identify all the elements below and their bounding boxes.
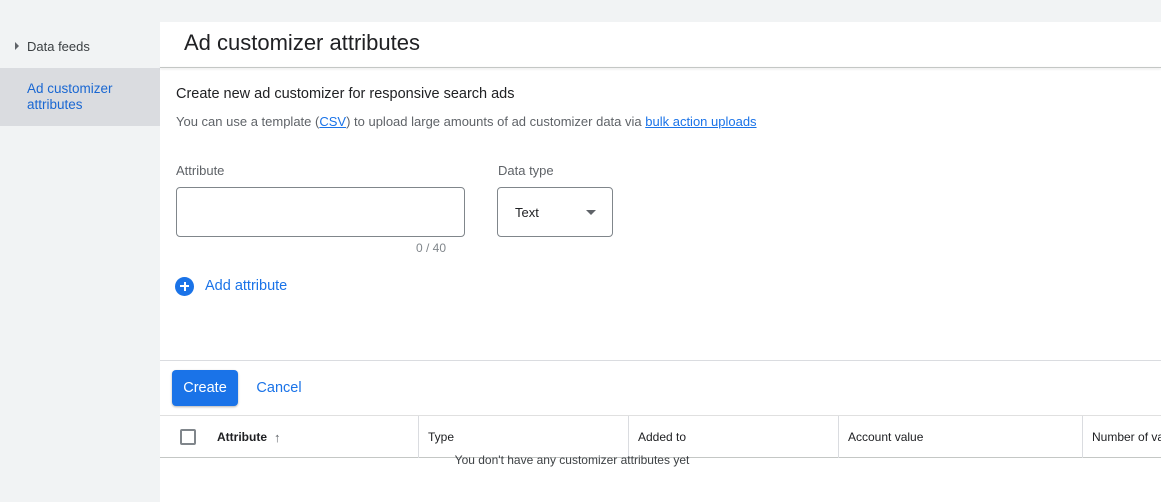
page-title: Ad customizer attributes — [184, 30, 420, 55]
empty-table-message: You don't have any customizer attributes… — [454, 453, 690, 467]
add-circle-icon — [175, 276, 194, 296]
column-header-attribute[interactable]: Attribute ↑ — [217, 416, 417, 458]
column-header-type[interactable]: Type — [418, 416, 628, 458]
data-type-value: Text — [515, 205, 539, 220]
column-header-added-to[interactable]: Added to — [628, 416, 838, 458]
actions-divider — [160, 360, 1161, 361]
dropdown-arrow-icon — [586, 210, 596, 215]
bulk-action-uploads-link[interactable]: bulk action uploads — [645, 114, 756, 129]
column-header-label: Number of va — [1092, 430, 1161, 444]
add-attribute-button[interactable]: Add attribute — [175, 276, 287, 296]
help-middle: ) to upload large amounts of ad customiz… — [346, 114, 646, 129]
sort-ascending-icon[interactable]: ↑ — [274, 430, 281, 445]
sidebar-item-label: Data feeds — [27, 38, 90, 54]
table-header: Attribute ↑ Type Added to Account value … — [160, 415, 1161, 458]
create-button[interactable]: Create — [172, 370, 238, 406]
caret-right-icon[interactable] — [15, 42, 19, 50]
sidebar-item-data-feeds[interactable]: Data feeds — [0, 34, 160, 58]
column-header-label: Added to — [638, 430, 687, 444]
attribute-char-counter: 0 / 40 — [416, 241, 447, 255]
sidebar: Data feeds Ad customizer attributes — [0, 22, 160, 502]
add-attribute-label: Add attribute — [205, 278, 288, 294]
section-title: Create new ad customizer for responsive … — [176, 86, 515, 102]
help-text: You can use a template (CSV) to upload l… — [176, 114, 757, 129]
attribute-input[interactable] — [176, 187, 465, 237]
select-all-checkbox[interactable] — [180, 429, 196, 445]
column-header-account-value[interactable]: Account value — [838, 416, 1082, 458]
column-header-label: Attribute — [217, 430, 267, 444]
attribute-label: Attribute — [176, 163, 225, 178]
main-panel: Ad customizer attributes Create new ad c… — [160, 22, 1161, 502]
column-header-number-of-values[interactable]: Number of va — [1082, 416, 1161, 458]
data-type-label: Data type — [498, 163, 554, 178]
help-prefix: You can use a template ( — [176, 114, 320, 129]
sidebar-item-ad-customizer-attributes[interactable]: Ad customizer attributes — [0, 68, 160, 126]
data-type-select[interactable]: Text — [497, 187, 613, 237]
sidebar-item-label: Ad customizer attributes — [27, 81, 113, 112]
title-divider — [160, 67, 1161, 68]
column-header-label: Type — [428, 430, 455, 444]
column-header-label: Account value — [848, 430, 924, 444]
cancel-button[interactable]: Cancel — [246, 370, 312, 406]
csv-template-link[interactable]: CSV — [319, 114, 346, 129]
